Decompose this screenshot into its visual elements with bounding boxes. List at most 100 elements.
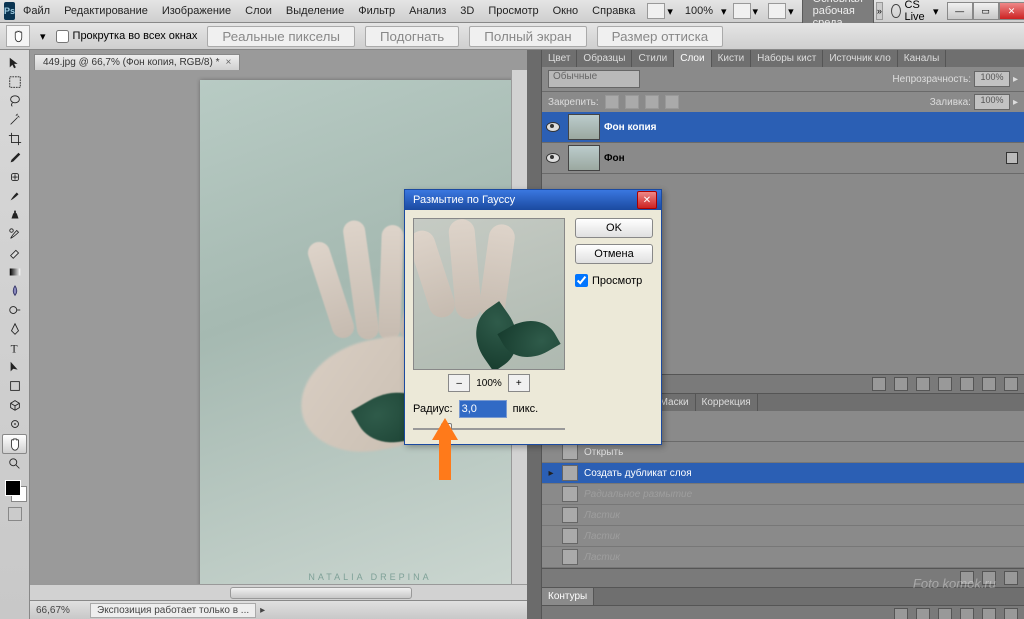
new-snapshot-icon[interactable] (982, 571, 996, 585)
tab-swatches[interactable]: Образцы (577, 50, 632, 67)
menu-file[interactable]: Файл (17, 3, 56, 19)
fill-screen-button[interactable]: Полный экран (469, 26, 586, 47)
delete-state-icon[interactable] (1004, 571, 1018, 585)
menu-view[interactable]: Просмотр (482, 3, 544, 19)
path-selection-tool[interactable] (3, 358, 26, 376)
tab-brush-presets[interactable]: Наборы кист (751, 50, 823, 67)
zoom-tool[interactable] (3, 455, 26, 473)
filter-preview[interactable] (413, 218, 565, 370)
lock-transparency-icon[interactable] (605, 95, 619, 109)
layer-name[interactable]: Фон (604, 153, 625, 164)
lock-pixels-icon[interactable] (625, 95, 639, 109)
stroke-path-icon[interactable] (916, 608, 930, 619)
new-path-icon[interactable] (982, 608, 996, 619)
window-minimize-button[interactable]: — (947, 2, 973, 20)
type-tool[interactable]: T (3, 339, 26, 357)
document-tab[interactable]: 449.jpg @ 66,7% (Фон копия, RGB/8) * × (34, 54, 240, 70)
blur-tool[interactable] (3, 282, 26, 300)
preview-checkbox[interactable]: Просмотр (575, 274, 653, 287)
gradient-tool[interactable] (3, 263, 26, 281)
layer-mask-icon[interactable] (916, 377, 930, 391)
link-layers-icon[interactable] (872, 377, 886, 391)
clone-stamp-tool[interactable] (3, 206, 26, 224)
path-to-selection-icon[interactable] (938, 608, 952, 619)
menu-window[interactable]: Окно (547, 3, 585, 19)
current-tool-icon[interactable] (6, 25, 30, 47)
delete-path-icon[interactable] (1004, 608, 1018, 619)
shape-tool[interactable] (3, 377, 26, 395)
history-step[interactable]: Ластик (542, 526, 1024, 547)
launch-bridge-icon[interactable]: ▾ (643, 3, 677, 19)
radius-input[interactable] (459, 400, 507, 418)
menu-filter[interactable]: Фильтр (352, 3, 401, 19)
menu-select[interactable]: Выделение (280, 3, 350, 19)
horizontal-scrollbar[interactable] (30, 584, 527, 600)
history-brush-tool[interactable] (3, 225, 26, 243)
group-icon[interactable] (960, 377, 974, 391)
preview-zoom-out-button[interactable]: – (448, 374, 470, 392)
eraser-tool[interactable] (3, 244, 26, 262)
make-work-path-icon[interactable] (960, 608, 974, 619)
layer-style-icon[interactable] (894, 377, 908, 391)
visibility-toggle[interactable] (542, 122, 564, 132)
tab-channels[interactable]: Каналы (898, 50, 947, 67)
history-step[interactable]: Радиальное размытие (542, 484, 1024, 505)
print-size-button[interactable]: Размер оттиска (597, 26, 724, 47)
quick-mask-toggle[interactable] (8, 507, 22, 521)
cancel-button[interactable]: Отмена (575, 244, 653, 264)
workspace-more-icon[interactable]: » (876, 2, 883, 20)
layer-thumbnail[interactable] (568, 145, 600, 171)
3d-camera-tool[interactable] (3, 415, 26, 433)
opacity-value[interactable]: 100% (974, 71, 1010, 87)
cs-live-button[interactable]: CS Live▾ (891, 0, 939, 23)
lasso-tool[interactable] (3, 92, 26, 110)
layer-row[interactable]: Фон копия (542, 112, 1024, 143)
lock-all-icon[interactable] (665, 95, 679, 109)
move-tool[interactable] (3, 54, 26, 72)
visibility-toggle[interactable] (542, 153, 564, 163)
tab-brushes[interactable]: Кисти (712, 50, 752, 67)
preview-zoom-in-button[interactable]: + (508, 374, 530, 392)
marquee-tool[interactable] (3, 73, 26, 91)
delete-layer-icon[interactable] (1004, 377, 1018, 391)
menu-3d[interactable]: 3D (454, 3, 480, 19)
status-info[interactable]: Экспозиция работает только в ... (90, 603, 256, 618)
blend-mode-dropdown[interactable]: Обычные (548, 70, 640, 88)
magic-wand-tool[interactable] (3, 111, 26, 129)
zoom-level[interactable]: 100% (679, 3, 719, 19)
close-tab-icon[interactable]: × (225, 57, 231, 68)
status-zoom[interactable]: 66,67% (36, 605, 86, 616)
tab-adjustments[interactable]: Коррекция (696, 394, 758, 411)
history-step[interactable]: Открыть (542, 442, 1024, 463)
tab-layers[interactable]: Слои (674, 50, 711, 67)
actual-pixels-button[interactable]: Реальные пикселы (207, 26, 355, 47)
eyedropper-tool[interactable] (3, 149, 26, 167)
window-maximize-button[interactable]: ▭ (973, 2, 999, 20)
ok-button[interactable]: OK (575, 218, 653, 238)
dialog-titlebar[interactable]: Размытие по Гауссу ✕ (405, 190, 661, 210)
layer-thumbnail[interactable] (568, 114, 600, 140)
new-doc-from-state-icon[interactable] (960, 571, 974, 585)
tab-paths[interactable]: Контуры (542, 588, 594, 605)
fill-path-icon[interactable] (894, 608, 908, 619)
tab-styles[interactable]: Стили (632, 50, 674, 67)
3d-tool[interactable] (3, 396, 26, 414)
tab-color[interactable]: Цвет (542, 50, 577, 67)
history-step[interactable]: ▸Создать дубликат слоя (542, 463, 1024, 484)
history-step[interactable]: Ластик (542, 547, 1024, 568)
history-step[interactable]: Ластик (542, 505, 1024, 526)
view-extras-icon[interactable]: ▾ (729, 3, 763, 19)
menu-edit[interactable]: Редактирование (58, 3, 154, 19)
menu-layers[interactable]: Слои (239, 3, 278, 19)
dodge-tool[interactable] (3, 301, 26, 319)
brush-tool[interactable] (3, 187, 26, 205)
tab-clone-source[interactable]: Источник кло (823, 50, 897, 67)
fit-screen-button[interactable]: Подогнать (365, 26, 459, 47)
healing-brush-tool[interactable] (3, 168, 26, 186)
scroll-all-windows-checkbox[interactable]: Прокрутка во всех окнах (56, 30, 198, 43)
pen-tool[interactable] (3, 320, 26, 338)
lock-position-icon[interactable] (645, 95, 659, 109)
color-swatches[interactable] (3, 478, 27, 502)
layer-row[interactable]: Фон (542, 143, 1024, 174)
menu-analysis[interactable]: Анализ (403, 3, 452, 19)
